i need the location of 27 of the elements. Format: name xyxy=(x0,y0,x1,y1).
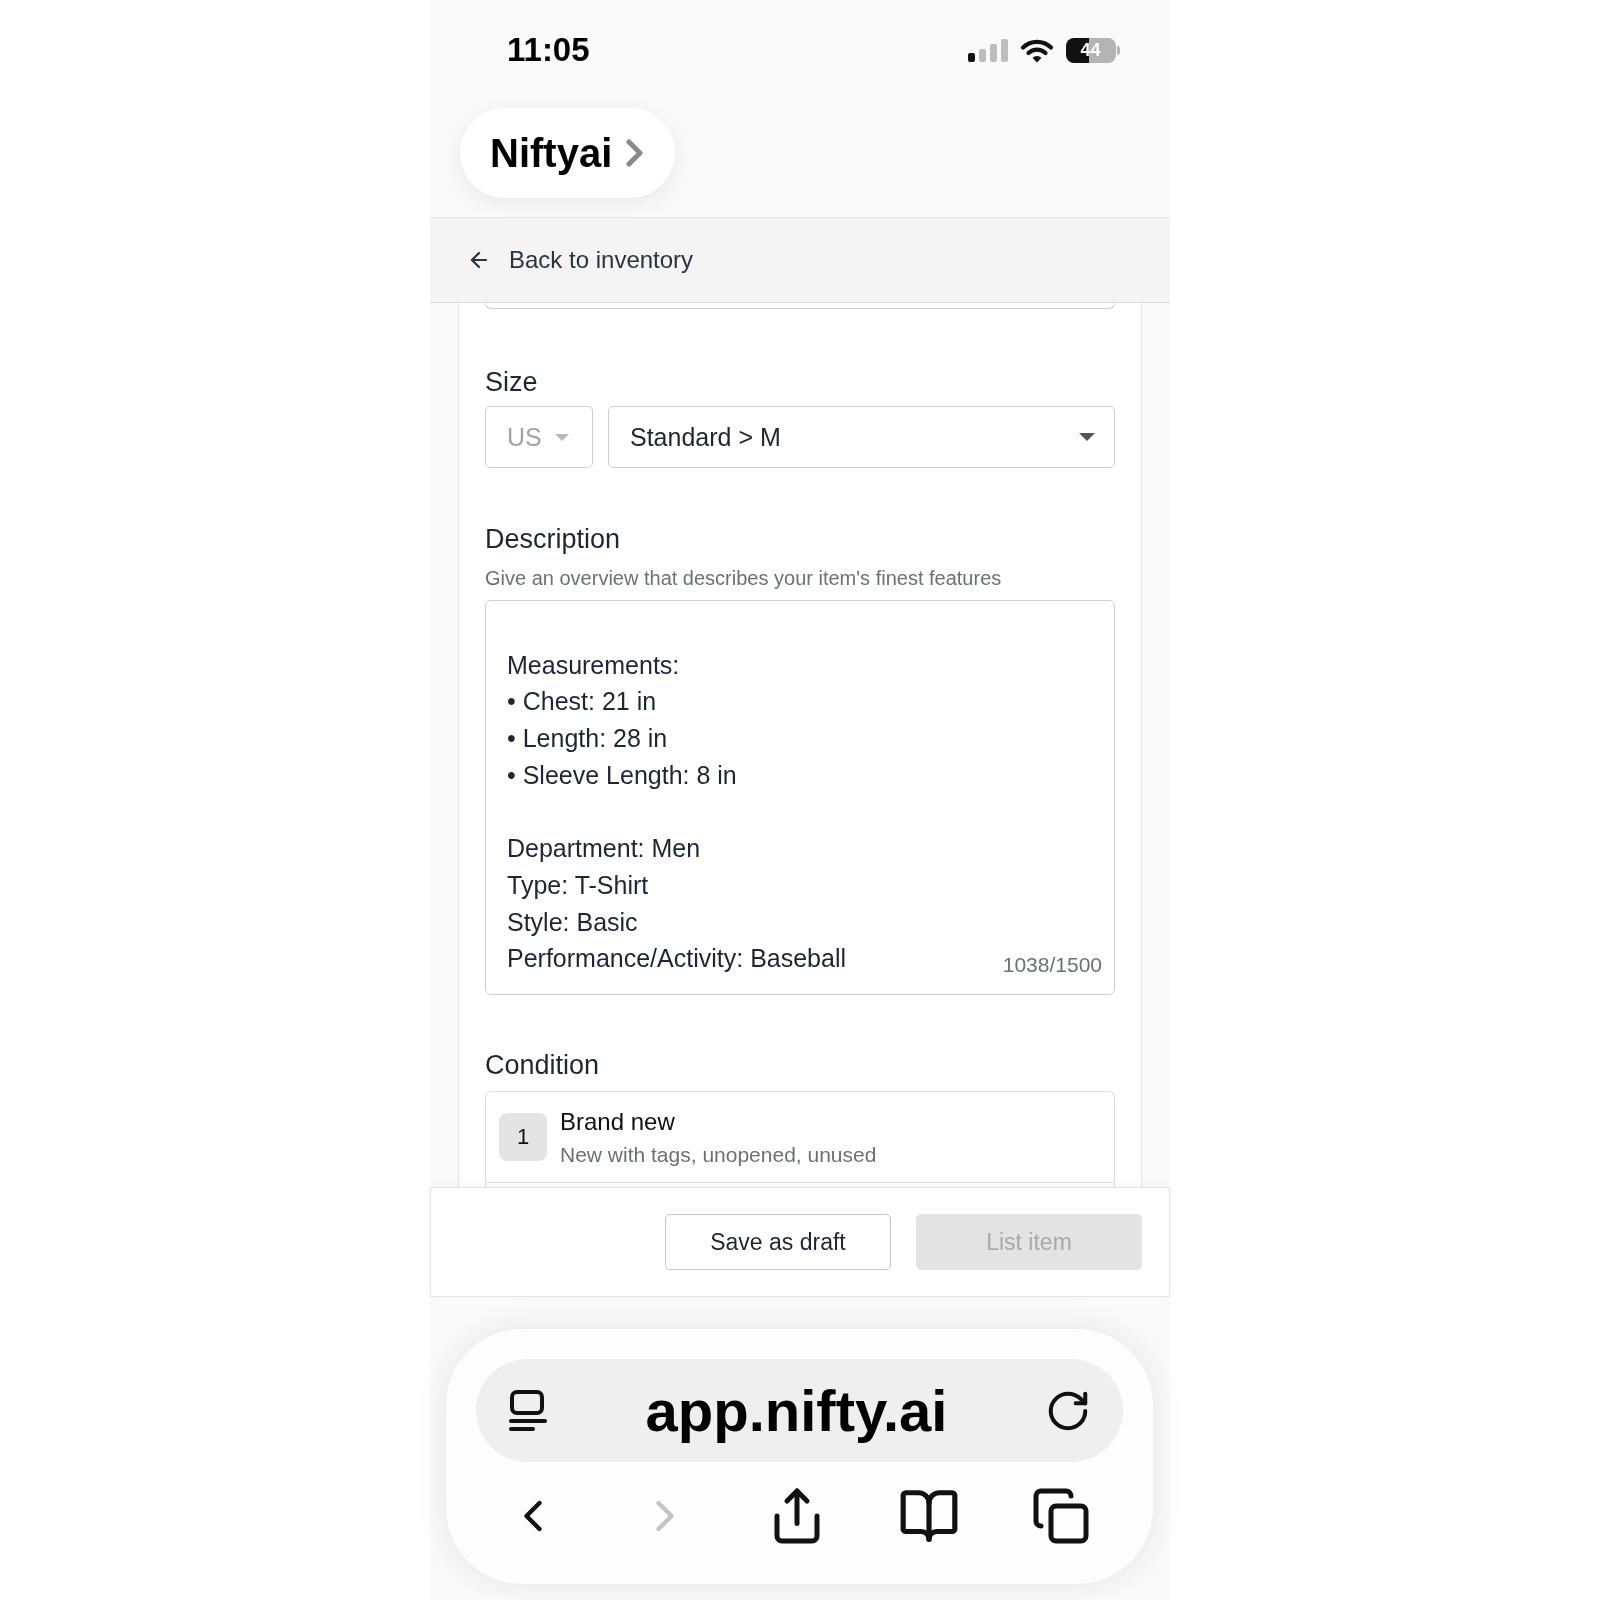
site-menu-button[interactable]: Niftyai xyxy=(460,108,676,198)
tabs-button[interactable] xyxy=(1031,1486,1091,1546)
caret-icon xyxy=(1079,433,1095,441)
option-detail: New with tags, unopened, unused xyxy=(560,1141,877,1168)
text-field[interactable] xyxy=(485,303,1115,309)
size-select[interactable]: Standard > M xyxy=(608,406,1115,468)
address-bar[interactable]: app.nifty.ai xyxy=(476,1359,1123,1462)
clock-time: 11:05 xyxy=(507,31,590,69)
action-button[interactable]: Save as draft xyxy=(665,1214,891,1270)
condition-option[interactable]: 1 Brand new New with tags, unopened, unused xyxy=(486,1092,1114,1183)
reader-icon[interactable] xyxy=(508,1389,548,1432)
description-field[interactable]: Measurements: • Chest: 21 in • Length: 28 in • Sleeve Length: 8 in Department: Men Type: T-Shirt Style: Basic Performance/Activity: Baseball 1038/1500 xyxy=(485,600,1115,995)
field-hint: Give an overview that describes your item's finest features xyxy=(485,566,1003,590)
back-link[interactable]: Back to inventory xyxy=(467,246,694,274)
character-count: 1038/1500 xyxy=(1002,953,1102,977)
field-label: Size xyxy=(485,367,539,397)
chevron-right-icon xyxy=(626,139,645,167)
url-text: app.nifty.ai xyxy=(645,1377,948,1444)
field-label: Description xyxy=(485,524,622,554)
description-text: Measurements: • Chest: 21 in • Length: 28 in • Sleeve Length: 8 in Department: Men Type: T-Shirt Style: Basic Performance/Activity: Baseball xyxy=(507,649,847,975)
option-title: Brand new xyxy=(560,1106,676,1137)
field-label: Condition xyxy=(485,1050,601,1080)
overlapping-squares-icon xyxy=(1031,1486,1091,1546)
number-badge: 1 xyxy=(499,1113,547,1161)
caret-icon xyxy=(555,433,569,441)
signal-icon xyxy=(968,38,1008,62)
wifi-icon xyxy=(1020,37,1054,63)
